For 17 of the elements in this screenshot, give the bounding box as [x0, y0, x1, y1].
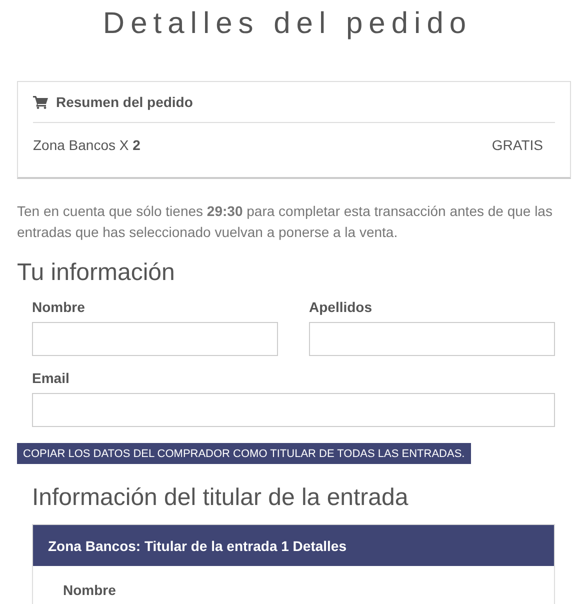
text-field[interactable]: [32, 393, 555, 427]
section-title: Tu información: [17, 259, 176, 287]
cart-icon: [33, 96, 48, 108]
section-title: Información del titular de la entrada: [32, 484, 410, 512]
field-label: Nombre: [63, 582, 116, 598]
summary-title: Resumen del pedido: [56, 94, 193, 110]
time-notice: Ten en cuenta que sólo tienes 29:30 para completar esta transacción antes de que las entradas que has seleccionado vuelvan a ponerse a la venta.: [17, 202, 554, 242]
field-label: Email: [32, 370, 70, 386]
field-label: Apellidos: [309, 299, 374, 315]
item-name: Zona Bancos X 2: [33, 137, 140, 153]
text-field[interactable]: [309, 322, 555, 356]
copy-buyer-button[interactable]: COPIAR LOS DATOS DEL COMPRADOR COMO TITULAR DE TODAS LAS ENTRADAS.: [17, 443, 471, 464]
field-label: Nombre: [32, 299, 86, 315]
text-field[interactable]: [32, 322, 278, 356]
item-price: GRATIS: [492, 137, 543, 153]
page-title: Detalles del pedido: [102, 6, 474, 42]
panel-title: Zona Bancos: Titular de la entrada 1 Detalles: [33, 525, 554, 566]
